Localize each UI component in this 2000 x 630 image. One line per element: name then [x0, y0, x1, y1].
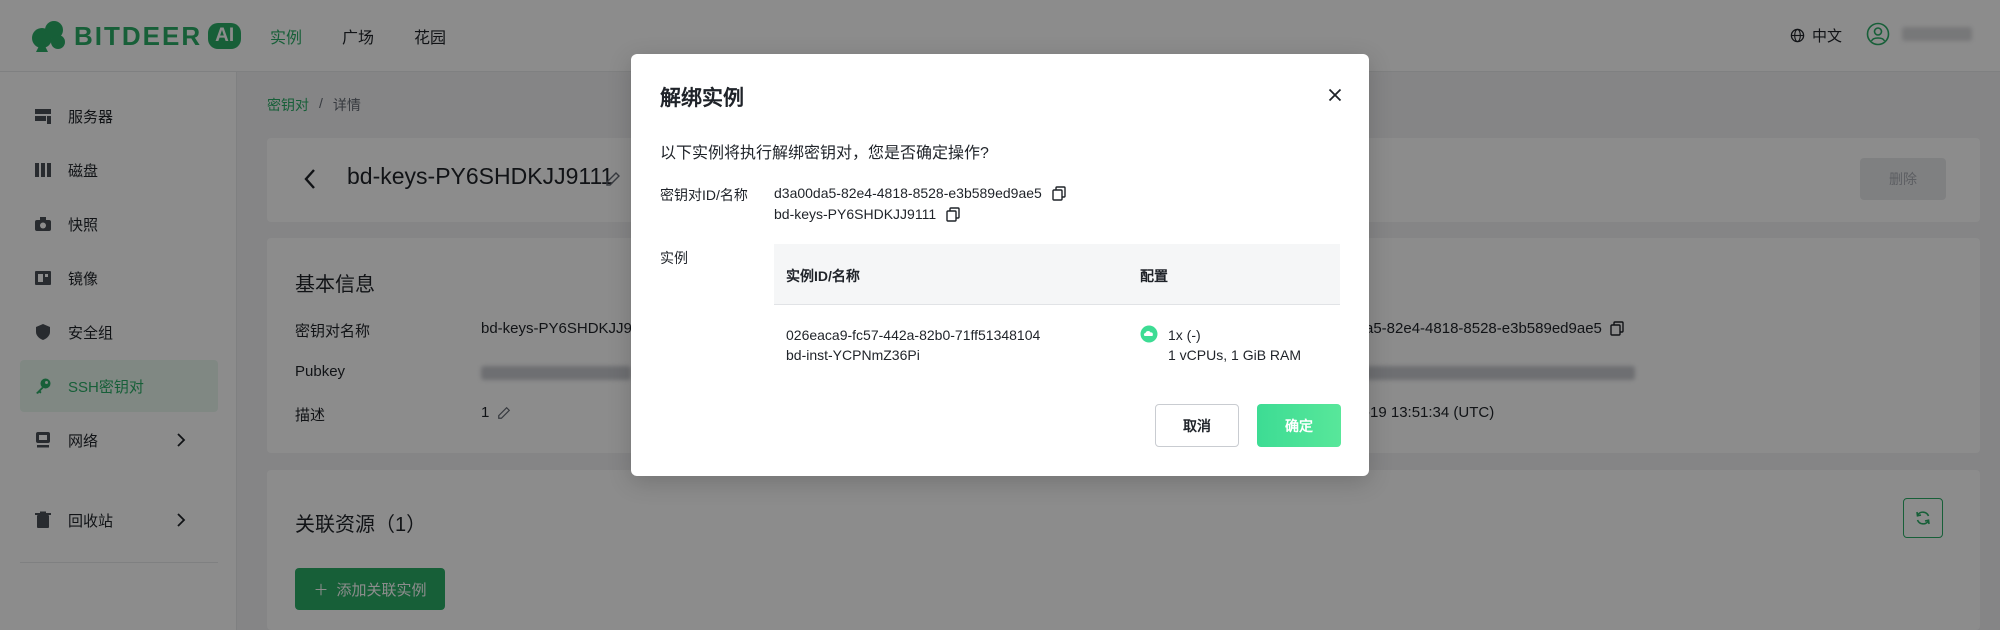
copy-icon[interactable]	[1052, 185, 1066, 201]
key-pair-name-text: bd-keys-PY6SHDKJJ9111	[774, 206, 937, 222]
confirm-button[interactable]: 确定	[1257, 404, 1341, 447]
table-header: 实例ID/名称 配置	[774, 244, 1340, 305]
gpu-status-icon	[1140, 325, 1158, 343]
unbind-instance-dialog: 解绑实例 以下实例将执行解绑密钥对，您是否确定操作? 密钥对ID/名称 d3a0…	[631, 54, 1369, 476]
instance-name: bd-inst-YCPNmZ36Pi	[786, 347, 920, 363]
table-row: 026eaca9-fc57-442a-82b0-71ff51348104 bd-…	[774, 305, 1340, 385]
key-pair-id: d3a00da5-82e4-4818-8528-e3b589ed9ae5	[774, 185, 1066, 201]
instance-table: 实例ID/名称 配置 026eaca9-fc57-442a-82b0-71ff5…	[774, 244, 1340, 385]
instance-id: 026eaca9-fc57-442a-82b0-71ff51348104	[786, 327, 1041, 343]
column-header-id: 实例ID/名称	[786, 268, 860, 284]
key-pair-name: bd-keys-PY6SHDKJJ9111	[774, 206, 960, 222]
key-pair-label: 密钥对ID/名称	[660, 187, 748, 203]
close-button[interactable]	[1326, 86, 1344, 104]
copy-icon[interactable]	[946, 206, 960, 222]
dialog-title: 解绑实例	[660, 87, 744, 110]
config-gpu: 1x (-)	[1168, 327, 1201, 343]
instance-config: 1x (-) 1 vCPUs, 1 GiB RAM	[1140, 325, 1301, 365]
cancel-button[interactable]: 取消	[1155, 404, 1239, 447]
column-header-config: 配置	[1140, 268, 1168, 284]
config-spec: 1 vCPUs, 1 GiB RAM	[1168, 347, 1302, 363]
key-pair-id-text: d3a00da5-82e4-4818-8528-e3b589ed9ae5	[774, 185, 1042, 201]
instance-label: 实例	[660, 250, 688, 266]
dialog-description: 以下实例将执行解绑密钥对，您是否确定操作?	[660, 145, 989, 162]
close-icon	[1328, 88, 1342, 102]
